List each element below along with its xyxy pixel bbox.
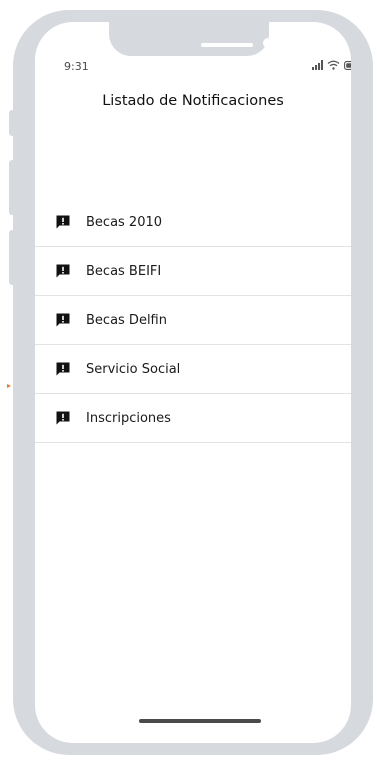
notification-label: Becas BEIFI xyxy=(86,263,162,279)
notification-label: Servicio Social xyxy=(86,361,181,377)
notification-item-inscripciones[interactable]: Inscripciones xyxy=(35,394,351,443)
speaker-grille xyxy=(201,43,253,47)
notification-label: Becas Delfin xyxy=(86,312,167,328)
notification-alert-icon xyxy=(56,313,70,327)
wifi-icon xyxy=(327,60,340,70)
front-camera xyxy=(263,38,273,48)
notification-alert-icon xyxy=(56,362,70,376)
notification-label: Inscripciones xyxy=(86,410,171,426)
home-indicator[interactable] xyxy=(139,719,261,723)
signal-icon xyxy=(312,60,323,70)
page-title: Listado de Notificaciones xyxy=(102,93,284,109)
notch xyxy=(109,22,273,56)
status-icons xyxy=(312,58,351,70)
notification-item-becas-beifi[interactable]: Becas BEIFI xyxy=(35,247,351,296)
notification-alert-icon xyxy=(56,264,70,278)
notification-alert-icon xyxy=(56,411,70,425)
notification-alert-icon xyxy=(56,215,70,229)
notification-item-becas-delfin[interactable]: Becas Delfin xyxy=(35,296,351,345)
notification-item-becas-2010[interactable]: Becas 2010 xyxy=(35,198,351,247)
notification-list: Becas 2010 Becas BEIFI Becas Delfin Serv… xyxy=(35,198,351,443)
battery-icon xyxy=(344,61,351,70)
phone-screen: 9:31 Listado de Notificaciones Becas 201… xyxy=(35,22,351,743)
orange-marker xyxy=(7,384,11,388)
notification-label: Becas 2010 xyxy=(86,214,163,230)
status-time: 9:31 xyxy=(64,60,89,73)
phone-frame: 9:31 Listado de Notificaciones Becas 201… xyxy=(13,10,373,755)
phone-mockup: 9:31 Listado de Notificaciones Becas 201… xyxy=(0,0,377,763)
notification-item-servicio-social[interactable]: Servicio Social xyxy=(35,345,351,394)
